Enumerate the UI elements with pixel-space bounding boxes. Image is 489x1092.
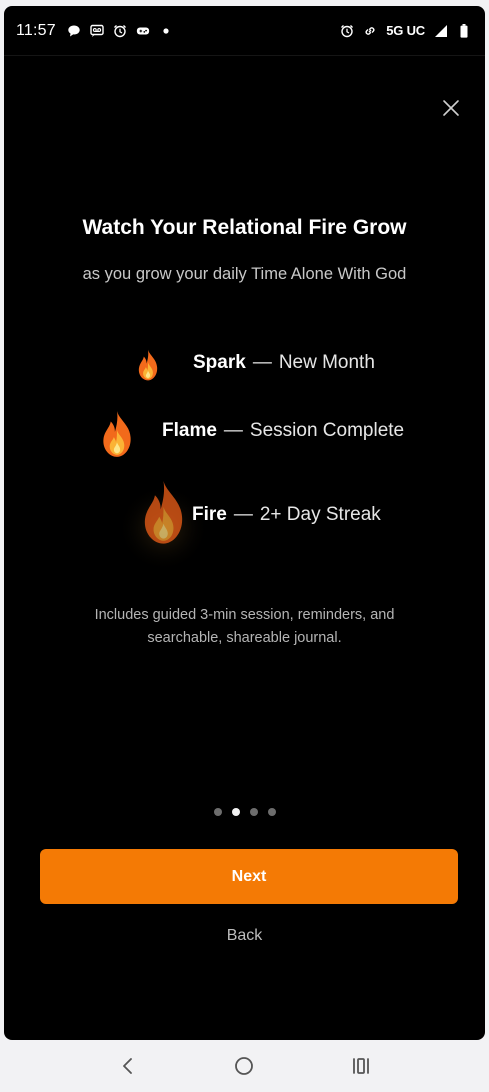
back-button-label: Back: [226, 927, 263, 944]
alarm-icon: [340, 24, 354, 38]
battery-icon: [457, 23, 471, 38]
nav-back-button[interactable]: [108, 1046, 148, 1086]
tier-flame: Flame — Session Complete: [162, 420, 404, 442]
chat-bubble-icon: [67, 24, 81, 38]
status-bar: 11:57 5G UC: [4, 6, 485, 56]
page-dot-active: [231, 808, 240, 816]
app-screen: 11:57 5G UC Watch Your Relational Fire G…: [4, 6, 485, 1040]
onboarding-subtitle: as you grow your daily Time Alone With G…: [82, 265, 407, 283]
cell-signal-icon: [434, 24, 448, 38]
network-type: 5G UC: [386, 23, 425, 38]
page-dot: [267, 808, 276, 816]
page-dot: [213, 808, 222, 816]
notification-dot-icon: [159, 24, 173, 38]
back-chevron-icon: [123, 1058, 133, 1074]
onboarding-title: Watch Your Relational Fire Grow: [82, 216, 407, 239]
tier-dash: —: [233, 504, 253, 525]
recents-icon: [352, 1058, 369, 1074]
nav-home-button[interactable]: [224, 1046, 264, 1086]
tier-description: 2+ Day Streak: [259, 504, 381, 525]
nav-recents-button[interactable]: [341, 1046, 381, 1086]
status-bar-left: 11:57: [16, 22, 173, 40]
tier-description: Session Complete: [249, 420, 405, 441]
voicemail-icon: [90, 24, 104, 38]
game-controller-icon: [136, 24, 150, 38]
link-icon: [363, 24, 377, 38]
tier-fire: Fire — 2+ Day Streak: [192, 504, 381, 526]
tier-name: Fire: [192, 504, 227, 525]
medium-fire-icon: [103, 411, 131, 457]
page-indicator: [4, 808, 485, 816]
next-button[interactable]: Next: [40, 849, 458, 904]
next-button-label: Next: [231, 867, 267, 885]
status-time: 11:57: [16, 21, 56, 39]
page-dot: [249, 808, 258, 816]
tier-description: New Month: [278, 352, 375, 373]
close-button[interactable]: [439, 96, 463, 120]
features-description: Includes guided 3-min session, reminders…: [94, 607, 395, 646]
home-circle-icon: [235, 1057, 254, 1075]
tier-dash: —: [252, 352, 272, 373]
alarm-icon: [113, 24, 127, 38]
tier-dash: —: [223, 420, 243, 441]
back-button[interactable]: Back: [4, 927, 485, 945]
tier-name: Spark: [193, 352, 246, 373]
small-fire-icon: [138, 349, 158, 381]
close-icon: [443, 100, 459, 116]
tier-spark: Spark — New Month: [193, 352, 375, 374]
system-nav-bar: [0, 1040, 489, 1092]
tier-name: Flame: [162, 420, 217, 441]
status-bar-right: 5G UC: [340, 23, 471, 38]
